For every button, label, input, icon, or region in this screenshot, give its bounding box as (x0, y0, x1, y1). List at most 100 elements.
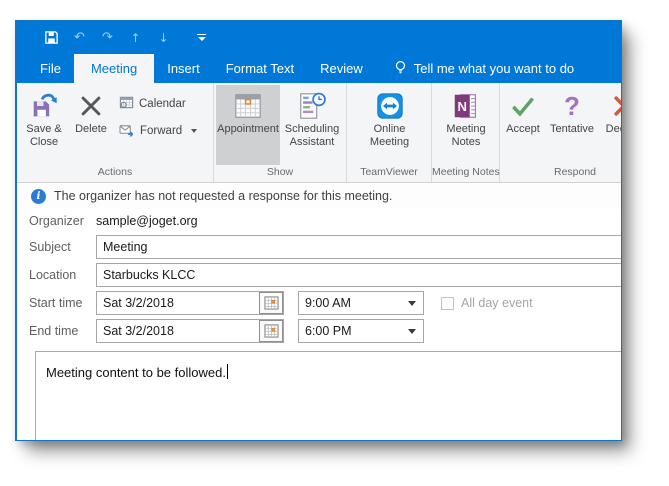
meeting-form: Organizer sample@joget.org Subject Locat… (17, 209, 621, 440)
end-time-value: 6:00 PM (299, 324, 408, 338)
message-body-editor[interactable]: Meeting content to be followed. (35, 351, 622, 441)
start-date-value: Sat 3/2/2018 (97, 296, 259, 310)
ribbon-group-teamviewer: Online Meeting TeamViewer (347, 83, 432, 182)
start-date-input[interactable]: Sat 3/2/2018 (96, 291, 284, 315)
end-time-dropdown[interactable]: 6:00 PM (298, 319, 424, 343)
quick-access-toolbar: ↶ ↷ ↑ ↓ (43, 29, 206, 46)
tab-file[interactable]: File (27, 54, 74, 83)
online-meeting-label: Online Meeting (361, 123, 419, 149)
tentative-button[interactable]: ? Tentative (544, 85, 600, 165)
text-caret (227, 364, 228, 379)
date-picker-icon (264, 324, 279, 338)
scheduling-assistant-icon (297, 89, 327, 123)
save-and-close-button[interactable]: Save & Close (19, 85, 69, 165)
delete-button[interactable]: Delete (69, 85, 113, 165)
customize-quick-access-icon[interactable] (197, 34, 206, 42)
ribbon-group-show: Appointment (214, 83, 347, 182)
group-label-actions: Actions (17, 165, 213, 182)
info-icon: i (31, 189, 46, 204)
tab-format-text[interactable]: Format Text (213, 54, 307, 83)
end-date-input[interactable]: Sat 3/2/2018 (96, 319, 284, 343)
appointment-icon (233, 89, 263, 123)
location-row: Location (29, 263, 621, 287)
svg-text:N: N (458, 99, 467, 114)
info-message: The organizer has not requested a respon… (54, 189, 392, 203)
calendar-label: Calendar (139, 98, 186, 110)
message-body-text: Meeting content to be followed. (46, 365, 226, 380)
start-date-picker-button[interactable] (259, 292, 283, 314)
subject-label: Subject (29, 240, 96, 254)
end-time-label: End time (29, 324, 96, 338)
all-day-label: All day event (461, 296, 533, 310)
delete-label: Delete (75, 123, 107, 136)
accept-button[interactable]: Accept (502, 85, 544, 165)
date-picker-icon (264, 296, 279, 310)
ribbon: Save & Close Delete (17, 83, 621, 183)
accept-label: Accept (506, 123, 540, 136)
organizer-row: Organizer sample@joget.org (29, 211, 621, 231)
appointment-label: Appointment (217, 123, 279, 136)
next-item-icon[interactable]: ↓ (155, 29, 172, 46)
end-date-value: Sat 3/2/2018 (97, 324, 259, 338)
tentative-label: Tentative (550, 123, 594, 136)
accept-check-icon (509, 89, 537, 123)
ribbon-tab-bar: File Meeting Insert Format Text Review T… (17, 54, 621, 83)
meeting-notes-label: Meeting Notes (438, 123, 494, 149)
end-time-dropdown-icon[interactable] (408, 329, 423, 334)
ribbon-group-actions: Save & Close Delete (17, 83, 214, 182)
subject-input[interactable] (96, 235, 622, 259)
start-time-row: Start time Sat 3/2/2018 9:00 AM (29, 291, 621, 315)
save-icon[interactable] (43, 29, 60, 46)
group-label-teamviewer: TeamViewer (347, 165, 431, 182)
online-meeting-button[interactable]: Online Meeting (361, 85, 419, 165)
group-label-show: Show (214, 165, 346, 182)
meeting-window: ↶ ↷ ↑ ↓ File Meeting Insert Format Text … (15, 20, 622, 441)
title-bar: ↶ ↷ ↑ ↓ (17, 21, 621, 54)
tell-me-box[interactable]: Tell me what you want to do (394, 54, 574, 83)
previous-item-icon[interactable]: ↑ (127, 29, 144, 46)
scheduling-assistant-button[interactable]: Scheduling Assistant (280, 85, 344, 165)
organizer-value: sample@joget.org (96, 214, 198, 228)
calendar-button[interactable]: Calendar (119, 94, 197, 114)
all-day-checkbox[interactable] (441, 297, 454, 310)
forward-button[interactable]: Forward (119, 121, 197, 141)
forward-icon (119, 123, 135, 140)
teamviewer-icon (375, 89, 405, 123)
start-time-dropdown-icon[interactable] (408, 301, 423, 306)
decline-label: Decline (606, 123, 621, 136)
scheduling-assistant-label: Scheduling Assistant (280, 123, 344, 149)
redo-icon[interactable]: ↷ (99, 29, 116, 46)
location-input[interactable] (96, 263, 622, 287)
forward-dropdown-icon[interactable] (191, 129, 197, 133)
group-label-meeting-notes: Meeting Notes (432, 165, 499, 182)
end-date-picker-button[interactable] (259, 320, 283, 342)
location-label: Location (29, 268, 96, 282)
onenote-icon: N (451, 89, 481, 123)
delete-icon (77, 89, 105, 123)
tab-meeting[interactable]: Meeting (74, 54, 154, 83)
decline-x-icon (610, 89, 621, 123)
lightbulb-icon (394, 60, 407, 78)
tab-review[interactable]: Review (307, 54, 376, 83)
group-label-respond: Respond (500, 165, 621, 182)
tab-insert[interactable]: Insert (154, 54, 213, 83)
decline-button[interactable]: Decline (600, 85, 621, 165)
organizer-label: Organizer (29, 214, 96, 228)
actions-small-buttons: Calendar Forward (113, 85, 197, 165)
start-time-dropdown[interactable]: 9:00 AM (298, 291, 424, 315)
undo-icon[interactable]: ↶ (71, 29, 88, 46)
tentative-question-icon: ? (564, 89, 580, 123)
ribbon-group-respond: Accept ? Tentative Decline (500, 83, 621, 182)
info-bar: i The organizer has not requested a resp… (17, 183, 621, 209)
calendar-icon (119, 95, 134, 113)
ribbon-group-meeting-notes: N Meeting Notes Meeting Notes (432, 83, 500, 182)
save-and-close-icon (29, 89, 59, 123)
all-day-event-option: All day event (441, 296, 533, 310)
save-and-close-label: Save & Close (19, 123, 69, 149)
end-time-row: End time Sat 3/2/2018 6:00 PM (29, 319, 621, 343)
start-time-value: 9:00 AM (299, 296, 408, 310)
subject-row: Subject (29, 235, 621, 259)
appointment-button[interactable]: Appointment (216, 85, 280, 165)
meeting-notes-button[interactable]: N Meeting Notes (438, 85, 494, 165)
forward-label: Forward (140, 125, 182, 137)
